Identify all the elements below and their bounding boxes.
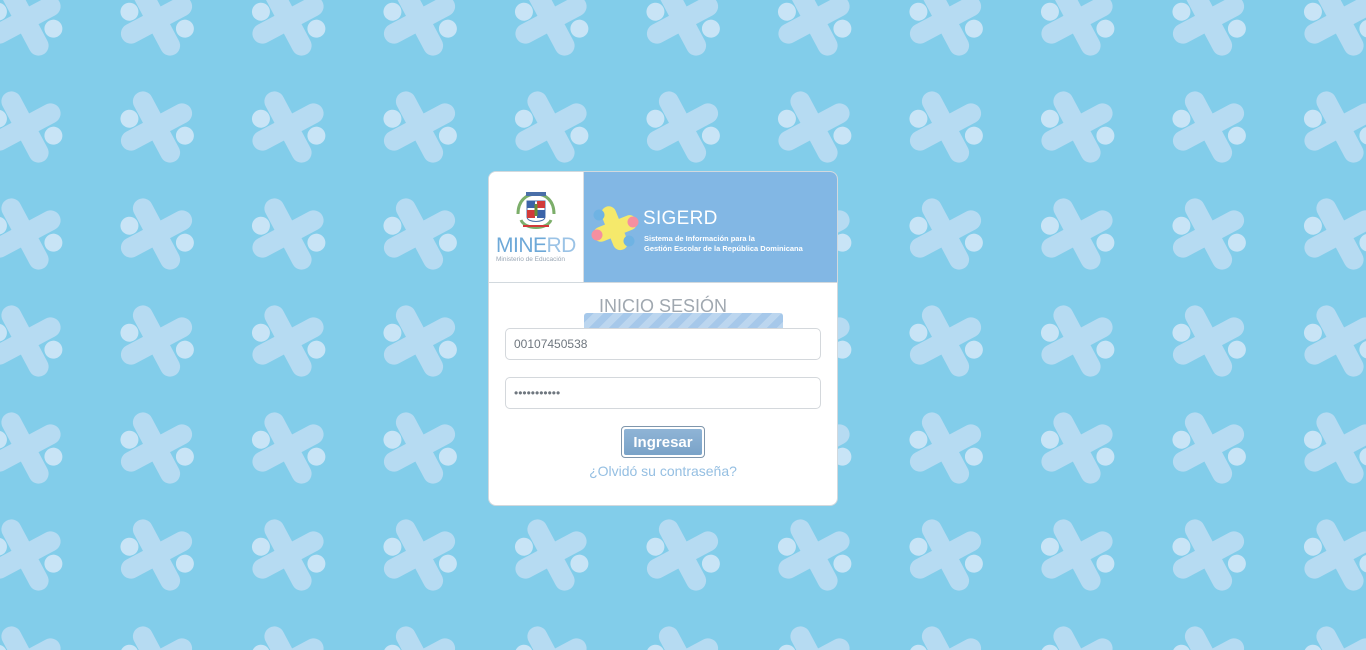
header-banner: MINERD Ministerio de Educación SIGERD Si…: [489, 172, 837, 283]
sigerd-subtitle-line1: Sistema de Información para la: [644, 234, 755, 243]
coat-of-arms-icon: [516, 192, 556, 229]
sigerd-title: SIGERD: [643, 208, 718, 229]
minerd-subtitle: Ministerio de Educación: [496, 256, 566, 263]
minerd-wordmark: MINERD: [496, 234, 576, 257]
sigerd-logo: SIGERD Sistema de Información para la Ge…: [584, 172, 837, 282]
banner-divider: [489, 282, 837, 283]
sigerd-plus-icon: [591, 206, 639, 251]
sigerd-subtitle-line2: Gestión Escolar de la República Dominica…: [644, 244, 803, 253]
minerd-logo: MINERD Ministerio de Educación: [489, 172, 584, 282]
login-button[interactable]: Ingresar: [624, 429, 702, 455]
password-input[interactable]: [505, 377, 821, 409]
forgot-password-link[interactable]: ¿Olvidó su contraseña?: [489, 463, 837, 479]
login-card: MINERD Ministerio de Educación SIGERD Si…: [488, 171, 838, 506]
submit-button-frame: Ingresar: [621, 426, 705, 458]
sigerd-subtitle: Sistema de Información para la Gestión E…: [644, 234, 803, 254]
username-input[interactable]: [505, 328, 821, 360]
